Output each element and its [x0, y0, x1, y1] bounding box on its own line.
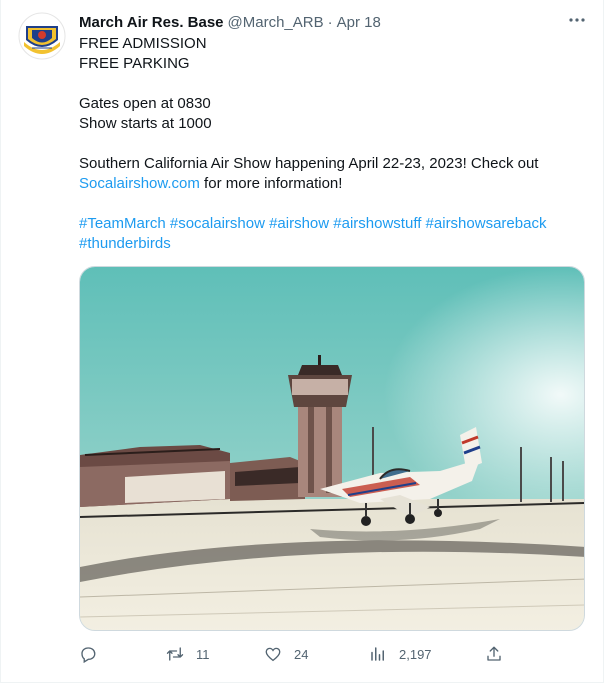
- separator-dot: ·: [327, 13, 333, 31]
- share-icon: [487, 646, 501, 661]
- views-button[interactable]: 2,197: [369, 643, 432, 665]
- tweet-text: FREE ADMISSION FREE PARKING Gates open a…: [79, 34, 589, 254]
- reply-icon: [81, 647, 96, 663]
- tweet-card[interactable]: March Air Res. Base @March_ARB · Apr 18 …: [0, 0, 604, 683]
- hashtags-line[interactable]: #TeamMarch #socalairshow #airshow #airsh…: [79, 214, 589, 234]
- like-button[interactable]: 24: [264, 643, 308, 665]
- text-line: Show starts at 1000: [79, 115, 212, 132]
- retweet-count: 11: [196, 646, 210, 662]
- retweet-button[interactable]: 11: [166, 643, 210, 665]
- views-count: 2,197: [399, 646, 432, 662]
- retweet-icon: [166, 647, 184, 661]
- link-suffix-text: for more information!: [199, 175, 343, 192]
- timestamp[interactable]: Apr 18: [337, 14, 381, 31]
- text-line: Southern California Air Show happening A…: [79, 155, 539, 172]
- tweet-media-photo[interactable]: [79, 266, 585, 631]
- airfield-photo-icon: [80, 267, 584, 630]
- reply-button[interactable]: [79, 643, 97, 665]
- more-dots-icon: [569, 18, 585, 22]
- text-line: FREE ADMISSION: [79, 35, 207, 52]
- heart-icon: [265, 647, 281, 662]
- hashtags-line[interactable]: #thunderbirds: [79, 234, 589, 254]
- avatar[interactable]: [18, 12, 66, 60]
- text-line-blank: [79, 134, 589, 154]
- views-icon: [371, 647, 384, 661]
- user-handle[interactable]: @March_ARB: [228, 14, 324, 31]
- share-button[interactable]: [485, 643, 503, 665]
- text-line: Gates open at 0830: [79, 95, 211, 112]
- tweet-header: March Air Res. Base @March_ARB · Apr 18: [79, 12, 587, 32]
- display-name[interactable]: March Air Res. Base: [79, 14, 224, 31]
- more-options-button[interactable]: [567, 10, 587, 30]
- text-line-with-link: Socalairshow.com for more information!: [79, 174, 589, 194]
- tweet-actions-bar: 11 24 2,197: [79, 643, 509, 665]
- like-count: 24: [294, 646, 309, 662]
- text-line: FREE PARKING: [79, 55, 190, 72]
- text-line-blank: [79, 74, 589, 94]
- text-line-blank: [79, 194, 589, 214]
- website-link[interactable]: Socalairshow.com: [79, 175, 200, 192]
- unit-insignia-icon: [18, 12, 66, 60]
